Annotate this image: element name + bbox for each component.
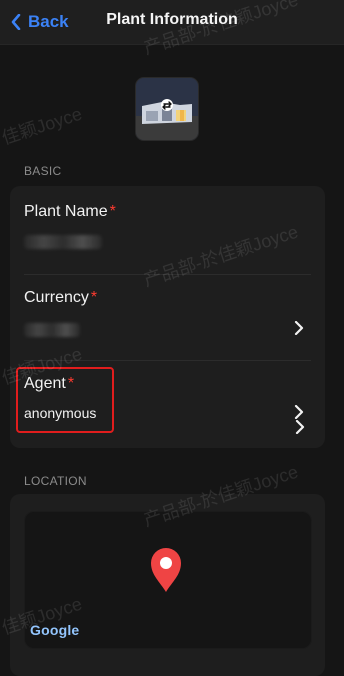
- required-asterisk: *: [90, 289, 98, 306]
- section-label-location: LOCATION: [24, 474, 87, 488]
- agent-label-text: Agent: [24, 375, 66, 392]
- plant-name-redacted-value: [24, 235, 102, 249]
- plant-thumbnail-icon: [136, 78, 198, 140]
- required-asterisk: *: [67, 375, 75, 392]
- currency-label-text: Currency: [24, 289, 89, 306]
- agent-chevron-right-icon: [294, 405, 304, 419]
- plant-name-label: Plant Name *: [24, 203, 116, 221]
- currency-label: Currency *: [24, 289, 97, 307]
- agent-value: anonymous: [24, 405, 97, 421]
- basic-info-card: Plant Name * Currency * Agent * anonymous: [10, 186, 325, 605]
- section-label-basic: BASIC: [24, 164, 62, 178]
- google-logo: Google: [30, 622, 80, 638]
- page-title: Plant Information: [106, 11, 238, 28]
- top-navigation-bar: Back Plant Information: [0, 0, 344, 45]
- plant-thumbnail[interactable]: [135, 77, 199, 141]
- currency-chevron-right-icon: [294, 321, 304, 335]
- currency-redacted-value: [24, 323, 80, 337]
- agent-label: Agent *: [24, 375, 74, 393]
- plant-name-row[interactable]: Plant Name *: [10, 186, 325, 274]
- currency-row[interactable]: Currency *: [10, 274, 325, 434]
- required-asterisk: *: [109, 203, 116, 220]
- agent-row[interactable]: Agent * anonymous: [10, 360, 325, 605]
- plant-name-label-text: Plant Name: [24, 203, 108, 220]
- map-pin-icon[interactable]: [148, 545, 184, 593]
- watermark-text: 佳颖Joyce: [0, 103, 85, 149]
